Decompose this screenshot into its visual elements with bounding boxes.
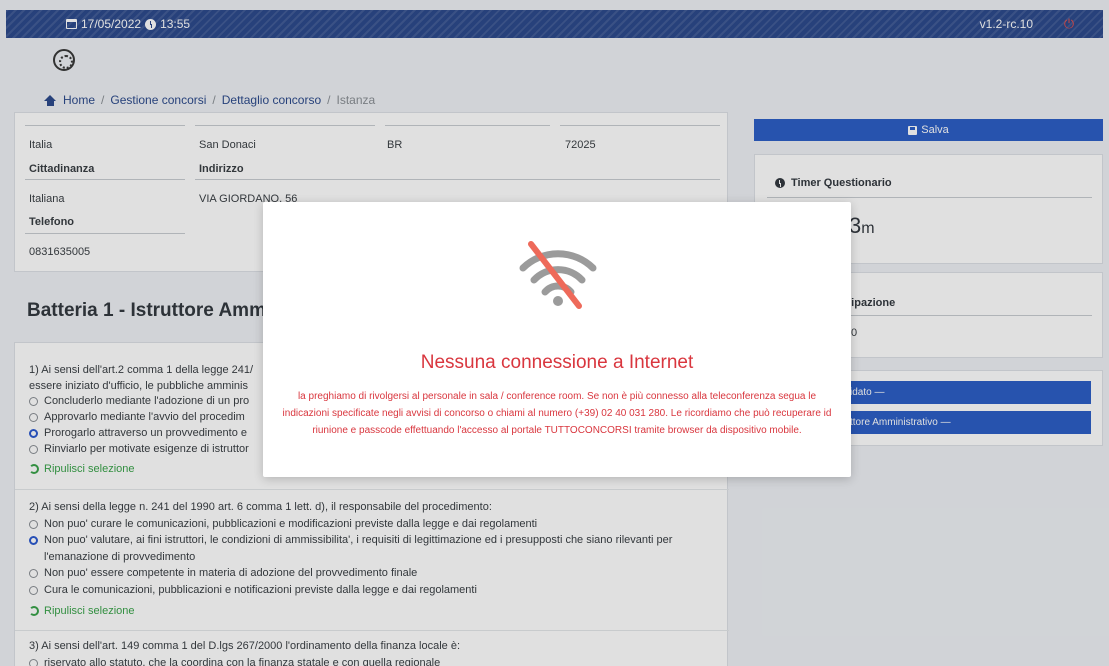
wifi-off-icon (513, 240, 603, 310)
modal-title: Nessuna connessione a Internet (420, 352, 694, 373)
no-connection-modal: Nessuna connessione a Internet la preghi… (263, 202, 851, 477)
modal-message: la preghiamo di rivolgersi al personale … (282, 391, 832, 436)
